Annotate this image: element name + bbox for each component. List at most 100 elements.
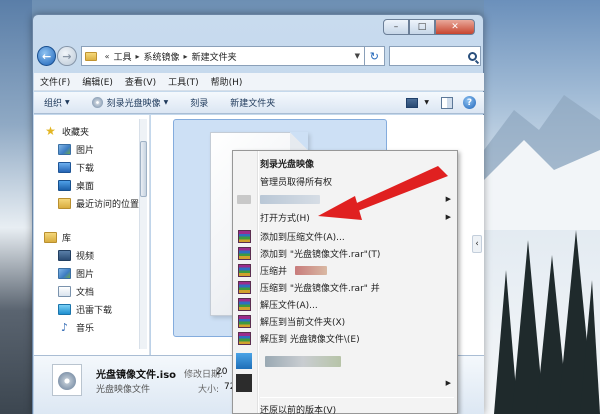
nav-item-videos[interactable]: 视频 — [58, 247, 94, 263]
nav-label: 库 — [62, 233, 72, 244]
nav-label: 下载 — [76, 163, 95, 174]
menu-item-label: 还原以前的版本(V) — [260, 405, 337, 414]
winrar-icon — [238, 263, 251, 277]
refresh-button[interactable]: ↻ — [365, 46, 385, 66]
menu-item-extract[interactable]: 解压文件(A)... — [233, 296, 457, 312]
forward-button[interactable]: → — [57, 46, 77, 66]
menu-item-take-ownership[interactable]: 管理员取得所有权 — [233, 173, 457, 189]
chevron-down-icon: ▼ — [65, 99, 70, 106]
address-bar[interactable]: « 工具 ▸ 系统镜像 ▸ 新建文件夹 ▼ — [80, 46, 366, 66]
nav-item-documents[interactable]: 文档 — [58, 283, 94, 299]
desktop-background-left — [0, 0, 32, 414]
chevron-right-icon[interactable]: ▸ — [184, 52, 188, 61]
nav-label: 文档 — [76, 287, 95, 298]
nav-label: 图片 — [76, 145, 95, 156]
winrar-icon — [238, 331, 251, 345]
search-icon — [467, 51, 477, 61]
menu-item-restore-versions[interactable]: 还原以前的版本(V) — [233, 401, 457, 414]
menu-item-label: 添加到 "光盘镜像文件.rar"(T) — [260, 249, 381, 260]
nav-scrollbar[interactable] — [139, 119, 147, 349]
organize-button[interactable]: 组织 ▼ — [44, 96, 70, 109]
preview-pane-icon[interactable] — [441, 96, 453, 109]
chevron-down-icon[interactable]: ▼ — [350, 52, 364, 60]
menu-item-label: 解压文件(A)... — [260, 300, 318, 311]
breadcrumb-new-folder[interactable]: 新建文件夹 — [192, 50, 237, 63]
chevron-right-icon: ▶ — [445, 379, 451, 387]
menu-item-compress-rar-and[interactable]: 压缩到 "光盘镜像文件.rar" 并 — [233, 279, 457, 295]
menu-item-redacted[interactable]: ▶ — [233, 191, 457, 207]
nav-label: 音乐 — [76, 323, 95, 334]
new-folder-button[interactable]: 新建文件夹 — [230, 96, 275, 109]
breadcrumb-tools[interactable]: 工具 — [114, 50, 132, 63]
back-button[interactable]: ← — [37, 46, 57, 66]
redacted-label — [295, 265, 327, 275]
menu-item-label: 压缩到 "光盘镜像文件.rar" 并 — [260, 283, 380, 294]
nav-item-thunder-downloads[interactable]: 迅雷下载 — [58, 301, 112, 317]
window-controls: – □ ✕ — [383, 19, 475, 35]
app-icon — [236, 374, 252, 392]
menu-item-extract-here[interactable]: 解压到当前文件夹(X) — [233, 313, 457, 329]
chevron-icon: « — [104, 51, 110, 61]
menu-item-burn-image[interactable]: 刻录光盘映像 — [233, 155, 457, 171]
menu-file[interactable]: 文件(F) — [40, 75, 70, 88]
details-size-label: 大小: — [198, 385, 220, 395]
context-menu: 刻录光盘映像 管理员取得所有权 ▶ 打开方式(H) ▶ 添加到压缩文件(A)..… — [232, 150, 458, 414]
menu-item-add-rar[interactable]: 添加到 "光盘镜像文件.rar"(T) — [233, 245, 457, 261]
burn-image-button[interactable]: 刻录光盘映像 ▼ — [91, 96, 168, 109]
pictures-icon — [58, 267, 71, 279]
minimize-button[interactable]: – — [383, 19, 409, 35]
organize-label: 组织 — [44, 99, 63, 109]
winrar-icon — [238, 280, 251, 294]
winrar-icon — [238, 246, 251, 260]
chevron-down-icon[interactable]: ▼ — [424, 99, 429, 106]
library-icon — [44, 231, 57, 243]
menu-tools[interactable]: 工具(T) — [168, 75, 199, 88]
desktop-background-right — [484, 0, 600, 414]
nav-item-desktop[interactable]: 桌面 — [58, 177, 94, 193]
details-file-type: 光盘映像文件 — [96, 385, 151, 395]
menu-item-open-with[interactable]: 打开方式(H) ▶ — [233, 209, 457, 225]
nav-item-pictures[interactable]: 图片 — [58, 141, 94, 157]
nav-favorites[interactable]: ★ 收藏夹 — [44, 123, 89, 139]
search-input[interactable] — [388, 46, 481, 66]
navigation-pane: ★ 收藏夹 图片 下载 桌面 最近访问的位置 库 视频 图片 文档 迅雷下载 ♪… — [34, 115, 150, 355]
chevron-right-icon[interactable]: ▸ — [136, 52, 140, 61]
menu-item-redacted-3[interactable]: ▶ — [233, 373, 457, 393]
chevron-left-icon[interactable]: ‹ — [472, 235, 482, 253]
details-modified-value: 20 — [216, 367, 228, 377]
help-icon[interactable]: ? — [463, 96, 476, 109]
view-icon[interactable] — [406, 97, 419, 108]
menu-item-label: 压缩并 — [260, 266, 288, 277]
desktop-icon — [58, 179, 71, 191]
menu-item-add-archive[interactable]: 添加到压缩文件(A)... — [233, 228, 457, 244]
documents-icon — [58, 285, 71, 297]
winrar-icon — [238, 314, 251, 328]
winrar-icon — [238, 297, 251, 311]
menu-help[interactable]: 帮助(H) — [211, 75, 243, 88]
nav-label: 桌面 — [76, 181, 95, 192]
nav-libraries[interactable]: 库 — [44, 229, 71, 245]
close-button[interactable]: ✕ — [435, 19, 475, 35]
new-folder-label: 新建文件夹 — [230, 99, 276, 109]
menu-item-label: 管理员取得所有权 — [260, 177, 333, 188]
menu-item-compress-and[interactable]: 压缩并 — [233, 262, 457, 278]
nav-label: 收藏夹 — [62, 127, 90, 138]
address-row: ← → « 工具 ▸ 系统镜像 ▸ 新建文件夹 ▼ ↻ — [37, 43, 481, 69]
burn-button[interactable]: 刻录 — [190, 96, 208, 109]
scrollbar-thumb[interactable] — [140, 141, 147, 197]
breadcrumb-system-image[interactable]: 系统镜像 — [144, 50, 180, 63]
nav-label: 视频 — [76, 251, 95, 262]
disc-image-icon — [52, 364, 82, 396]
menu-item-redacted-2[interactable] — [233, 351, 457, 371]
menu-item-label: 解压到当前文件夹(X) — [260, 317, 346, 328]
menu-view[interactable]: 查看(V) — [125, 75, 156, 88]
menu-item-extract-to[interactable]: 解压到 光盘镜像文件\(E) — [233, 330, 457, 346]
nav-item-music[interactable]: ♪ 音乐 — [58, 319, 94, 335]
disc-icon — [91, 97, 103, 108]
nav-item-recent-places[interactable]: 最近访问的位置 — [58, 195, 139, 211]
nav-item-library-pictures[interactable]: 图片 — [58, 265, 94, 281]
maximize-button[interactable]: □ — [409, 19, 435, 35]
nav-item-downloads[interactable]: 下载 — [58, 159, 94, 175]
menu-edit[interactable]: 编辑(E) — [82, 75, 113, 88]
toolbar-right: ▼ ? — [406, 96, 484, 109]
